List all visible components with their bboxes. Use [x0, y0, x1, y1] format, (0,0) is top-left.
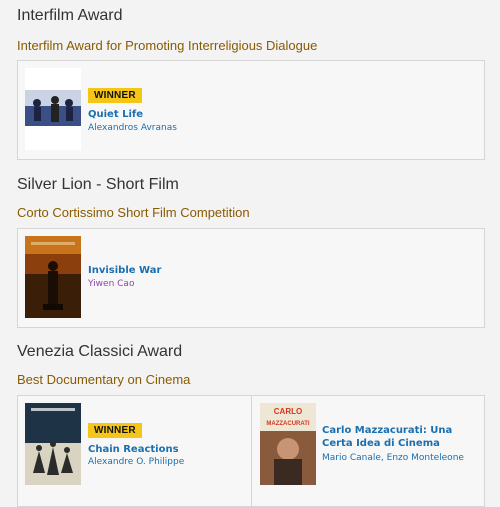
award-card: Invisible War Yiwen Cao — [17, 228, 485, 328]
director-link[interactable]: Mario Canale, Enzo Monteleone — [322, 453, 464, 463]
section-title-interfilm: Interfilm Award — [17, 7, 123, 24]
winner-badge: WINNER — [88, 423, 142, 438]
director-link[interactable]: Alexandros Avranas — [88, 123, 177, 133]
film-poster-invisible-war[interactable] — [25, 236, 81, 318]
film-poster-carlo-mazzacurati[interactable]: CARLO MAZZACURATI — [260, 403, 316, 485]
category-interreligious-dialogue[interactable]: Interfilm Award for Promoting Interrelig… — [17, 38, 317, 53]
award-card: WINNER Chain Reactions Alexandre O. Phil… — [17, 395, 485, 507]
section-title-venezia-classici: Venezia Classici Award — [17, 343, 183, 360]
film-entry[interactable]: CARLO MAZZACURATI Carlo Mazzacurati: Una… — [251, 396, 485, 506]
film-title-carlo-mazzacurati[interactable]: Carlo Mazzacurati: Una Certa Idea di Cin… — [322, 424, 472, 450]
category-corto-cortissimo[interactable]: Corto Cortissimo Short Film Competition — [17, 205, 250, 220]
poster-lettering: MAZZACURATI — [266, 421, 310, 427]
award-card: WINNER Quiet Life Alexandros Avranas — [17, 60, 485, 160]
film-title-quiet-life[interactable]: Quiet Life — [88, 108, 143, 121]
category-best-documentary[interactable]: Best Documentary on Cinema — [17, 372, 190, 387]
film-entry[interactable]: WINNER Chain Reactions Alexandre O. Phil… — [18, 396, 250, 506]
film-entry[interactable]: Invisible War Yiwen Cao — [18, 229, 484, 327]
film-title-invisible-war[interactable]: Invisible War — [88, 264, 161, 277]
winner-badge: WINNER — [88, 88, 142, 103]
film-poster-quiet-life[interactable] — [25, 68, 81, 150]
section-title-silver-lion: Silver Lion - Short Film — [17, 176, 179, 193]
film-poster-chain-reactions[interactable] — [25, 403, 81, 485]
director-link[interactable]: Alexandre O. Philippe — [88, 457, 184, 467]
poster-lettering: CARLO — [274, 407, 302, 416]
director-link[interactable]: Yiwen Cao — [88, 279, 134, 289]
film-title-chain-reactions[interactable]: Chain Reactions — [88, 443, 179, 456]
film-entry[interactable]: WINNER Quiet Life Alexandros Avranas — [18, 61, 484, 159]
